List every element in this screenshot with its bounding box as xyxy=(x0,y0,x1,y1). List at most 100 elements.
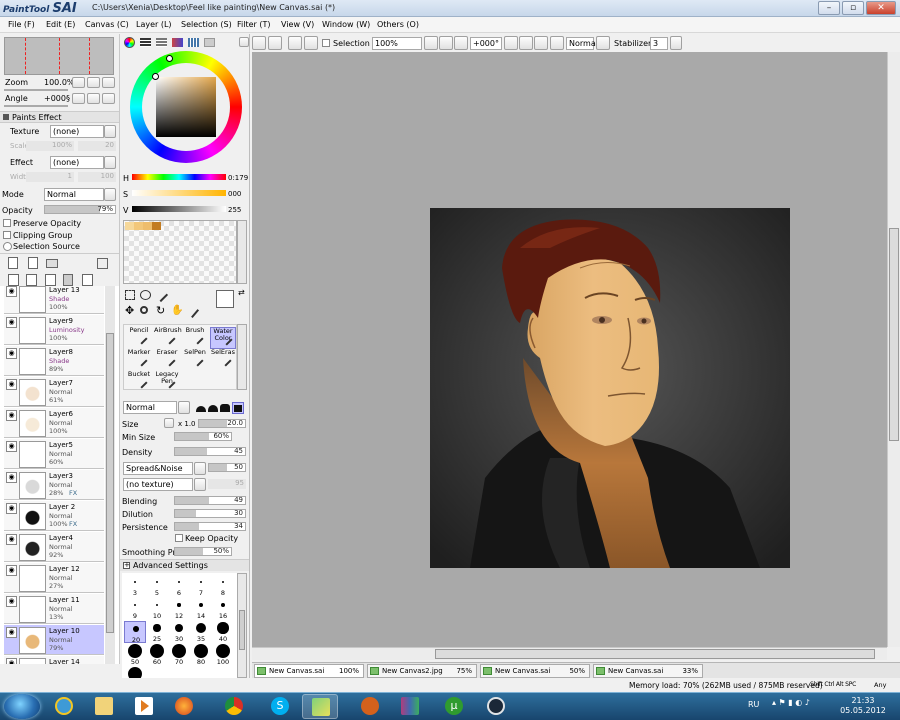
language-indicator[interactable]: RU xyxy=(748,700,759,709)
nav-rotate-reset[interactable] xyxy=(87,93,100,104)
layer-row[interactable]: ◉ Layer4 Normal 92% xyxy=(4,532,104,562)
brush-tool-selpen[interactable]: SelPen xyxy=(182,349,208,371)
menu-edit[interactable]: Edit (E) xyxy=(46,20,75,29)
zoom-in-button[interactable] xyxy=(439,36,453,50)
zoom-field[interactable]: 100% xyxy=(372,37,422,50)
zoom-out-button[interactable] xyxy=(424,36,438,50)
brush-shape-select[interactable]: Spread&Noise xyxy=(123,462,193,475)
visibility-eye-icon[interactable]: ◉ xyxy=(6,627,17,638)
brush-size-preset[interactable]: 70 xyxy=(168,644,190,666)
trash-icon[interactable] xyxy=(63,274,73,286)
new-folder-icon[interactable] xyxy=(46,259,58,268)
brush-tool-airbrush[interactable]: AirBrush xyxy=(154,327,182,349)
brush-size-preset[interactable]: 8 xyxy=(212,575,234,597)
scratchpad-tab-icon[interactable] xyxy=(204,38,215,47)
h-slider[interactable] xyxy=(132,174,226,180)
stabilizer-dropdown[interactable] xyxy=(670,36,682,50)
texture-dropdown[interactable] xyxy=(104,125,116,138)
layer-row[interactable]: ◉ Layer7 Normal 61% xyxy=(4,377,104,407)
sizes-scrollbar[interactable] xyxy=(237,573,247,678)
transfer-down-icon[interactable] xyxy=(45,274,56,286)
nav-zoom-out[interactable] xyxy=(72,77,85,88)
brush-size-preset[interactable]: 120 xyxy=(124,667,146,678)
brush-size-preset[interactable]: 60 xyxy=(146,644,168,666)
blending-slider[interactable]: 49 xyxy=(174,496,246,505)
brush-size-preset[interactable]: 25 xyxy=(146,621,168,643)
brush-size-preset[interactable]: 6 xyxy=(168,575,190,597)
move-icon[interactable]: ✥ xyxy=(125,305,135,316)
size-multiplier[interactable]: x 1.0 xyxy=(178,420,196,428)
brush-size-preset[interactable]: 12 xyxy=(168,598,190,620)
layer-row[interactable]: ◉ Layer 14 xyxy=(4,656,104,664)
v-slider[interactable] xyxy=(132,206,226,212)
rotation-field[interactable]: +000° xyxy=(470,37,502,50)
menu-others[interactable]: Others (O) xyxy=(377,20,419,29)
hand-tool-icon[interactable]: ✋ xyxy=(171,306,183,316)
brush-size-preset[interactable]: 30 xyxy=(168,621,190,643)
visibility-eye-icon[interactable]: ◉ xyxy=(6,658,17,664)
menu-file[interactable]: File (F) xyxy=(8,20,35,29)
brush-size-preset[interactable]: 9 xyxy=(124,598,146,620)
effect-dropdown[interactable] xyxy=(104,156,116,169)
rotate-left-button[interactable] xyxy=(504,36,518,50)
taskbar-paint-tool-sai[interactable] xyxy=(302,694,338,719)
brush-shape-selector[interactable] xyxy=(194,402,246,414)
menu-view[interactable]: View (V) xyxy=(281,20,314,29)
magic-wand-icon[interactable] xyxy=(153,287,169,303)
brush-tool-pencil[interactable]: Pencil xyxy=(126,327,152,349)
menu-selection[interactable]: Selection (S) xyxy=(181,20,232,29)
layer-row[interactable]: ◉ Layer9 Luminosity 100% xyxy=(4,315,104,345)
nav-zoom-in[interactable] xyxy=(87,77,100,88)
brush-texture-dropdown[interactable] xyxy=(194,478,206,491)
layer-row[interactable]: ◉ Layer6 Normal 100% xyxy=(4,408,104,438)
brush-size-preset[interactable]: 80 xyxy=(190,644,212,666)
clear-layer-icon[interactable] xyxy=(82,274,93,286)
layer-mask-icon[interactable] xyxy=(97,258,108,269)
taskbar-firefox[interactable] xyxy=(166,694,202,719)
primary-color-swatch[interactable] xyxy=(216,290,234,308)
texture-select[interactable]: (none) xyxy=(50,125,104,138)
width-slider[interactable]: 1 xyxy=(26,172,74,182)
brush-size-preset[interactable]: 3 xyxy=(124,575,146,597)
eyedropper-icon[interactable] xyxy=(184,303,200,319)
width-number[interactable]: 100 xyxy=(78,172,116,182)
min-size-slider[interactable]: 60% xyxy=(174,432,232,441)
color-wheel[interactable] xyxy=(130,51,242,163)
selection-source-radio[interactable] xyxy=(3,242,12,251)
visibility-eye-icon[interactable]: ◉ xyxy=(6,565,17,576)
color-swatches[interactable] xyxy=(123,220,237,284)
visibility-eye-icon[interactable]: ◉ xyxy=(6,441,17,452)
taskbar-ie[interactable] xyxy=(46,694,82,719)
paints-effect-header[interactable]: Paints Effect xyxy=(0,111,119,123)
scale-slider[interactable]: 100% xyxy=(26,141,74,151)
brush-blend-dropdown[interactable] xyxy=(178,401,190,414)
brush-tool-brush[interactable]: Brush xyxy=(182,327,208,349)
color-mixer-tab-icon[interactable] xyxy=(172,38,183,47)
visibility-eye-icon[interactable]: ◉ xyxy=(6,410,17,421)
painting-artwork[interactable] xyxy=(430,208,790,568)
color-panel-menu[interactable] xyxy=(239,37,249,47)
sv-square[interactable] xyxy=(156,77,216,137)
zoom-tool-icon[interactable] xyxy=(140,306,148,314)
layer-row[interactable]: ◉ Layer 13 Shade 100% xyxy=(4,286,104,314)
system-clock[interactable]: 21:33 05.05.2012 xyxy=(828,696,898,716)
close-button[interactable]: ✕ xyxy=(866,1,896,15)
layer-mode-dropdown[interactable] xyxy=(104,188,116,201)
brush-tool-legacy-pen[interactable]: Legacy Pen xyxy=(154,371,180,393)
visibility-eye-icon[interactable]: ◉ xyxy=(6,286,17,297)
preserve-opacity-checkbox[interactable] xyxy=(3,219,11,227)
taskbar-explorer[interactable] xyxy=(86,694,122,719)
keep-opacity-checkbox[interactable] xyxy=(175,534,183,542)
nav-rotate-left[interactable] xyxy=(72,93,85,104)
brush-size-preset[interactable]: 5 xyxy=(146,575,168,597)
menu-filter[interactable]: Filter (T) xyxy=(237,20,270,29)
taskbar-tf2[interactable] xyxy=(352,694,388,719)
menu-canvas[interactable]: Canvas (C) xyxy=(85,20,129,29)
s-slider[interactable] xyxy=(132,190,226,196)
visibility-eye-icon[interactable]: ◉ xyxy=(6,534,17,545)
blend-field[interactable]: Normal xyxy=(566,37,598,50)
layer-row[interactable]: ◉ Layer3 Normal 28% FX xyxy=(4,470,104,500)
size-dropdown[interactable] xyxy=(164,418,174,428)
layer-mode-select[interactable]: Normal xyxy=(44,188,104,201)
visibility-eye-icon[interactable]: ◉ xyxy=(6,348,17,359)
